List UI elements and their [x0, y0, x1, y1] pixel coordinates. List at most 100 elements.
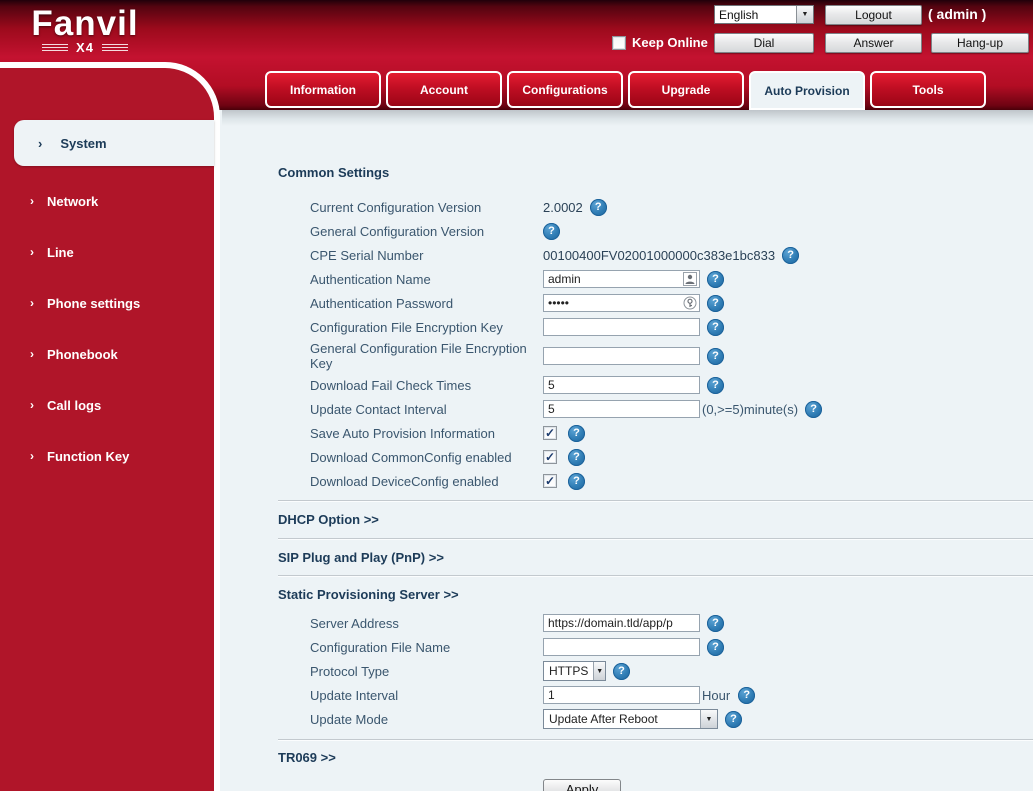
- field-label: Update Contact Interval: [310, 402, 543, 417]
- authentication-name-input[interactable]: [543, 270, 700, 288]
- protocol-type-value: HTTPS: [544, 664, 593, 678]
- keep-online-label: Keep Online: [632, 35, 708, 50]
- section-title-tr069[interactable]: TR069 >>: [278, 750, 1033, 766]
- section-title-dhcp-option[interactable]: DHCP Option >>: [278, 512, 1033, 528]
- update-contact-interval-input[interactable]: [543, 400, 700, 418]
- password-reveal-icon[interactable]: [683, 296, 697, 310]
- sidebar-item-phonebook[interactable]: › Phonebook: [0, 343, 214, 365]
- sidebar-item-phone-settings[interactable]: › Phone settings: [0, 292, 214, 314]
- chevron-down-icon[interactable]: ▼: [796, 6, 813, 23]
- field-row: Current Configuration Version 2.0002 ?: [278, 195, 1033, 219]
- chevron-down-icon[interactable]: ▼: [593, 662, 605, 680]
- section-title-static-provisioning[interactable]: Static Provisioning Server >>: [278, 587, 1033, 603]
- field-label: Save Auto Provision Information: [310, 426, 543, 441]
- arrow-right-icon: ›: [30, 347, 34, 361]
- field-label: Authentication Name: [310, 272, 543, 287]
- keep-online-checkbox[interactable]: ✓: [612, 36, 626, 50]
- tab-auto-provision[interactable]: Auto Provision: [749, 71, 865, 110]
- tab-tools[interactable]: Tools: [870, 71, 986, 108]
- arrow-right-icon: ›: [30, 296, 34, 310]
- tab-upgrade[interactable]: Upgrade: [628, 71, 744, 108]
- field-row: Configuration File Encryption Key ?: [278, 315, 1033, 339]
- logo-lines-left: [42, 44, 68, 51]
- help-icon[interactable]: ?: [707, 319, 724, 336]
- download-commonconfig-checkbox[interactable]: ✓: [543, 450, 557, 464]
- field-suffix: Hour: [702, 688, 730, 703]
- field-label: Update Mode: [310, 712, 543, 727]
- dial-button[interactable]: Dial: [714, 33, 814, 53]
- logout-button[interactable]: Logout: [825, 5, 922, 25]
- field-label: Configuration File Name: [310, 640, 543, 655]
- update-interval-input[interactable]: [543, 686, 700, 704]
- help-icon[interactable]: ?: [590, 199, 607, 216]
- help-icon[interactable]: ?: [707, 348, 724, 365]
- authentication-password-input[interactable]: [543, 294, 700, 312]
- field-label: Configuration File Encryption Key: [310, 320, 543, 335]
- answer-button[interactable]: Answer: [825, 33, 922, 53]
- sidebar-item-label: Phonebook: [47, 347, 118, 362]
- download-deviceconfig-checkbox[interactable]: ✓: [543, 474, 557, 488]
- main-content: Common Settings Current Configuration Ve…: [222, 110, 1033, 791]
- chevron-down-icon[interactable]: ▼: [700, 710, 717, 728]
- save-auto-provision-checkbox[interactable]: ✓: [543, 426, 557, 440]
- brand-logo: Fanvil X4: [20, 6, 150, 55]
- tab-account[interactable]: Account: [386, 71, 502, 108]
- language-select[interactable]: English ▼: [714, 5, 814, 24]
- help-icon[interactable]: ?: [707, 615, 724, 632]
- field-row: Authentication Password ?: [278, 291, 1033, 315]
- help-icon[interactable]: ?: [707, 271, 724, 288]
- help-icon[interactable]: ?: [738, 687, 755, 704]
- field-label: Server Address: [310, 616, 543, 631]
- help-icon[interactable]: ?: [707, 295, 724, 312]
- current-config-version-value: 2.0002: [543, 200, 583, 215]
- sidebar-item-label: Call logs: [47, 398, 101, 413]
- model-name: X4: [76, 40, 94, 55]
- help-icon[interactable]: ?: [707, 377, 724, 394]
- protocol-type-select[interactable]: HTTPS ▼: [543, 661, 606, 681]
- field-row: Download Fail Check Times ?: [278, 373, 1033, 397]
- config-file-encryption-key-input[interactable]: [543, 318, 700, 336]
- arrow-right-icon: ›: [30, 398, 34, 412]
- arrow-right-icon: ›: [30, 245, 34, 259]
- tab-information[interactable]: Information: [265, 71, 381, 108]
- sidebar-item-label: Phone settings: [47, 296, 140, 311]
- configuration-file-name-input[interactable]: [543, 638, 700, 656]
- field-label: Update Interval: [310, 688, 543, 703]
- field-row: Update Contact Interval (0,>=5)minute(s)…: [278, 397, 1033, 421]
- help-icon[interactable]: ?: [707, 639, 724, 656]
- help-icon[interactable]: ?: [613, 663, 630, 680]
- help-icon[interactable]: ?: [782, 247, 799, 264]
- field-row: Authentication Name ?: [278, 267, 1033, 291]
- sidebar-item-system[interactable]: › System: [14, 120, 214, 166]
- help-icon[interactable]: ?: [568, 473, 585, 490]
- help-icon[interactable]: ?: [805, 401, 822, 418]
- tab-bar: Information Account Configurations Upgra…: [265, 71, 986, 110]
- field-row: General Configuration Version ?: [278, 219, 1033, 243]
- sidebar-item-line[interactable]: › Line: [0, 241, 214, 263]
- apply-button[interactable]: Apply: [543, 779, 621, 791]
- help-icon[interactable]: ?: [568, 449, 585, 466]
- hangup-button[interactable]: Hang-up: [931, 33, 1029, 53]
- sidebar-item-call-logs[interactable]: › Call logs: [0, 394, 214, 416]
- sidebar-item-label: Function Key: [47, 449, 129, 464]
- check-icon: ✓: [545, 475, 555, 487]
- section-title-sip-pnp[interactable]: SIP Plug and Play (PnP) >>: [278, 550, 1033, 566]
- logged-in-user-badge: ( admin ): [928, 6, 986, 22]
- sidebar-item-function-key[interactable]: › Function Key: [0, 445, 214, 467]
- update-mode-select[interactable]: Update After Reboot ▼: [543, 709, 718, 729]
- download-fail-check-times-input[interactable]: [543, 376, 700, 394]
- sidebar-item-network[interactable]: › Network: [0, 190, 214, 212]
- general-config-file-encryption-key-input[interactable]: [543, 347, 700, 365]
- server-address-input[interactable]: [543, 614, 700, 632]
- help-icon[interactable]: ?: [568, 425, 585, 442]
- section-divider: [278, 575, 1033, 577]
- help-icon[interactable]: ?: [725, 711, 742, 728]
- arrow-right-icon: ›: [30, 194, 34, 208]
- help-icon[interactable]: ?: [543, 223, 560, 240]
- field-row: Server Address ?: [278, 611, 1033, 635]
- field-row: Update Interval Hour ?: [278, 683, 1033, 707]
- field-label: General Configuration File Encryption Ke…: [310, 341, 543, 371]
- field-row: Download DeviceConfig enabled ✓ ?: [278, 469, 1033, 493]
- tab-configurations[interactable]: Configurations: [507, 71, 623, 108]
- sidebar-item-label: Line: [47, 245, 74, 260]
